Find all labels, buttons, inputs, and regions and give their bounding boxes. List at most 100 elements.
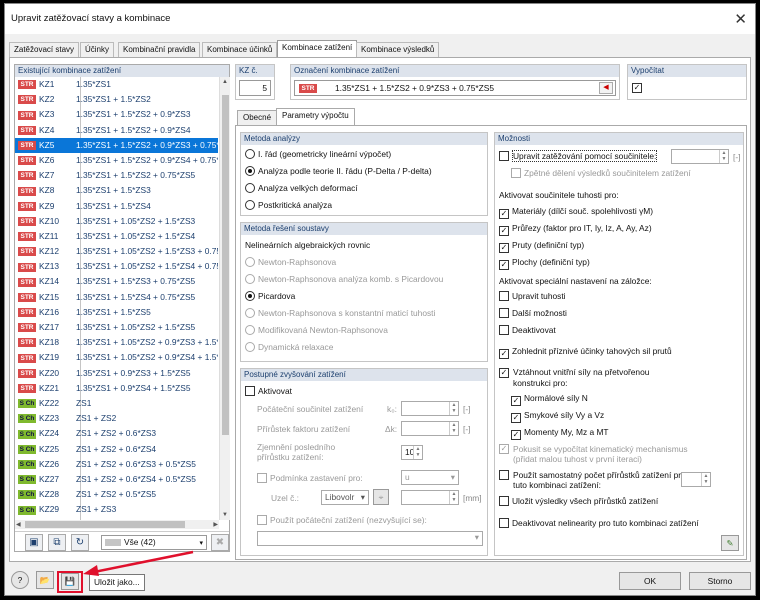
cancel-button[interactable]: Storno: [689, 572, 751, 590]
combination-row[interactable]: STR KZ16 1.35*ZS1 + 1.5*ZS5: [15, 305, 218, 320]
radio-modified-nr[interactable]: Modifikovaná Newton-Raphsonova: [245, 325, 388, 335]
shear-forces-checkbox[interactable]: ✓ Smykové síly Vy a Vz: [511, 410, 604, 423]
combination-row[interactable]: STR KZ4 1.35*ZS1 + 1.5*ZS2 + 0.9*ZS4: [15, 123, 218, 138]
materials-checkbox[interactable]: ✓ Materiály (dílčí souč. spolehlivosti γM…: [499, 206, 653, 219]
calculate-checkbox[interactable]: ✓: [632, 83, 642, 93]
divide-results-checkbox[interactable]: Zpětné dělení výsledků součinitelem zatí…: [511, 168, 691, 178]
radio-large-deformation[interactable]: Analýza velkých deformací: [245, 183, 358, 193]
list-vscrollbar[interactable]: ▲ ▼: [219, 77, 230, 520]
combination-row[interactable]: S Ch KZ29 ZS1 + ZS3: [15, 502, 218, 517]
radio-dynamic-relaxation[interactable]: Dynamická relaxace: [245, 342, 333, 352]
combination-row[interactable]: STR KZ15 1.35*ZS1 + 1.5*ZS4 + 0.75*ZS5: [15, 290, 218, 305]
increments-spinner[interactable]: ▲ ▼: [681, 472, 711, 487]
modify-stiffness-checkbox[interactable]: Upravit tuhosti: [499, 291, 566, 301]
tab-combination-rules[interactable]: Kombinační pravidla: [118, 42, 201, 57]
node-displacement-spinner[interactable]: ▲ ▼: [401, 490, 459, 505]
combination-id: KZ22: [39, 397, 60, 408]
combination-row[interactable]: S Ch KZ27 ZS1 + ZS2 + 0.6*ZS4 + 0.5*ZS5: [15, 472, 218, 487]
combination-row[interactable]: STR KZ2 1.35*ZS1 + 1.5*ZS2: [15, 92, 218, 107]
action-category-badge: S Ch: [18, 505, 36, 515]
deactivate-checkbox[interactable]: Deaktivovat: [499, 325, 556, 335]
deactivate-nonlinearity-checkbox[interactable]: Deaktivovat nelinearity pro tuto kombina…: [499, 518, 699, 528]
combination-row[interactable]: STR KZ10 1.35*ZS1 + 1.05*ZS2 + 1.5*ZS3: [15, 214, 218, 229]
tab-general[interactable]: Obecné: [237, 110, 278, 125]
tab-calculation-parameters[interactable]: Parametry výpočtu: [276, 108, 355, 125]
help-icon[interactable]: ?: [11, 571, 29, 589]
tab-actions[interactable]: Účinky: [80, 42, 115, 57]
refinement-spinner[interactable]: 10 ▲ ▼: [401, 445, 423, 460]
radio-nr-picard[interactable]: Newton-Raphsonova analýza komb. s Picard…: [245, 274, 443, 284]
combination-row[interactable]: STR KZ1 1.35*ZS1: [15, 77, 218, 92]
initial-load-checkbox[interactable]: Použít počáteční zatížení (nezvyšující s…: [257, 515, 427, 525]
tab-load-cases[interactable]: Zatěžovací stavy: [9, 42, 80, 57]
initial-load-select[interactable]: ▾: [257, 531, 483, 546]
defaults-icon[interactable]: ✎: [721, 535, 739, 551]
combination-row[interactable]: STR KZ5 1.35*ZS1 + 1.5*ZS2 + 0.9*ZS3 + 0.7…: [15, 137, 218, 153]
more-options-checkbox[interactable]: Další možnosti: [499, 308, 567, 318]
separate-increments-checkbox[interactable]: Použít samostatný počet přírůstků zatíže…: [499, 470, 689, 490]
calculate-label: Vypočítat: [628, 65, 746, 77]
radio-first-order[interactable]: I. řád (geometricky lineární výpočet): [245, 149, 391, 159]
stop-condition-select[interactable]: u ▾: [401, 470, 459, 485]
combination-row[interactable]: S Ch KZ28 ZS1 + ZS2 + 0.5*ZS5: [15, 487, 218, 502]
combination-row[interactable]: STR KZ6 1.35*ZS1 + 1.5*ZS2 + 0.9*ZS4 + 0.7…: [15, 153, 218, 168]
kz-number-field[interactable]: 5: [239, 80, 271, 96]
combination-row[interactable]: S Ch KZ26 ZS1 + ZS2 + 0.6*ZS3 + 0.5*ZS5: [15, 457, 218, 472]
combination-row[interactable]: STR KZ13 1.35*ZS1 + 1.05*ZS2 + 1.5*ZS4 + 0…: [15, 259, 218, 274]
list-hscrollbar[interactable]: ◀ ▶: [15, 520, 219, 529]
radio-nr-constant[interactable]: Newton-Raphsonova s konstantní maticí tu…: [245, 308, 435, 318]
tab-action-combinations[interactable]: Kombinace účinků: [202, 42, 278, 57]
copy-combination-icon[interactable]: ⧉: [48, 534, 66, 551]
combination-row[interactable]: S Ch KZ22 ZS1: [15, 396, 218, 411]
moments-checkbox[interactable]: ✓ Momenty My, Mz a MT: [511, 427, 609, 440]
pick-node-icon[interactable]: ⌖: [373, 489, 389, 505]
node-select[interactable]: Libovolr ▾: [321, 490, 369, 505]
tab-result-combinations[interactable]: Kombinace výsledků: [356, 42, 440, 57]
combination-row[interactable]: STR KZ18 1.35*ZS1 + 1.05*ZS2 + 0.9*ZS3 + 1…: [15, 335, 218, 350]
open-icon[interactable]: 📂: [36, 571, 54, 589]
initial-factor-spinner[interactable]: ▲ ▼: [401, 401, 459, 416]
refer-forces-checkbox[interactable]: ✓ Vztáhnout vnitřní síly na přetvořenou k…: [499, 367, 679, 389]
combination-row[interactable]: STR KZ19 1.35*ZS1 + 1.05*ZS2 + 0.9*ZS4 + 1…: [15, 350, 218, 365]
radio-picard[interactable]: Picardova: [245, 291, 295, 301]
kinematic-checkbox[interactable]: ✓ Pokusit se vypočítat kinematický mechan…: [499, 444, 699, 464]
combination-row[interactable]: STR KZ3 1.35*ZS1 + 1.5*ZS2 + 0.9*ZS3: [15, 107, 218, 122]
radio-second-order[interactable]: Analýza podle teorie II. řádu (P-Delta /…: [245, 166, 432, 176]
radio-icon: [245, 166, 255, 176]
factor-increment-spinner[interactable]: ▲ ▼: [401, 421, 459, 436]
favorable-tension-checkbox[interactable]: ✓ Zohlednit příznivé účinky tahových sil …: [499, 346, 672, 359]
combination-row[interactable]: STR KZ9 1.35*ZS1 + 1.5*ZS4: [15, 199, 218, 214]
combination-row[interactable]: STR KZ20 1.35*ZS1 + 0.9*ZS3 + 1.5*ZS5: [15, 366, 218, 381]
edit-description-icon[interactable]: ◀: [599, 82, 613, 94]
members-checkbox[interactable]: ✓ Pruty (definiční typ): [499, 240, 584, 253]
description-field[interactable]: STR 1.35*ZS1 + 1.5*ZS2 + 0.9*ZS3 + 0.75*…: [294, 80, 616, 96]
combination-formula: 1.35*ZS1 + 1.5*ZS2 + 0.9*ZS3 + 0.75*ZS5: [76, 139, 218, 150]
close-icon[interactable]: ✕: [734, 10, 747, 28]
surfaces-checkbox[interactable]: ✓ Plochy (definiční typ): [499, 257, 590, 270]
tab-load-combinations[interactable]: Kombinace zatížení: [277, 40, 358, 57]
generate-combination-icon[interactable]: ↻: [71, 534, 89, 551]
ok-button[interactable]: OK: [619, 572, 681, 590]
combination-row[interactable]: STR KZ7 1.35*ZS1 + 1.5*ZS2 + 0.75*ZS5: [15, 168, 218, 183]
combination-row[interactable]: STR KZ8 1.35*ZS1 + 1.5*ZS3: [15, 183, 218, 198]
combination-row[interactable]: STR KZ12 1.35*ZS1 + 1.05*ZS2 + 1.5*ZS3 + 0…: [15, 244, 218, 259]
combination-row[interactable]: STR KZ11 1.35*ZS1 + 1.05*ZS2 + 1.5*ZS4: [15, 229, 218, 244]
cross-sections-checkbox[interactable]: ✓ Průřezy (faktor pro IT, Iy, Iz, A, Ay, …: [499, 223, 652, 236]
save-increments-checkbox[interactable]: Uložit výsledky všech přírůstků zatížení: [499, 496, 658, 506]
combination-row[interactable]: STR KZ14 1.35*ZS1 + 1.5*ZS3 + 0.75*ZS5: [15, 274, 218, 289]
radio-postcritical[interactable]: Postkritická analýza: [245, 200, 332, 210]
filter-select[interactable]: Vše (42) ▾: [101, 535, 207, 550]
delete-combination-icon[interactable]: ✖: [211, 534, 229, 551]
radio-newton-raphson[interactable]: Newton-Raphsonova: [245, 257, 336, 267]
combination-row[interactable]: S Ch KZ25 ZS1 + ZS2 + 0.6*ZS4: [15, 442, 218, 457]
new-combination-icon[interactable]: ▣: [25, 534, 43, 551]
normal-forces-checkbox[interactable]: ✓ Normálové síly N: [511, 393, 588, 406]
combination-row[interactable]: STR KZ21 1.35*ZS1 + 0.9*ZS4 + 1.5*ZS5: [15, 381, 218, 396]
load-factor-spinner[interactable]: ▲ ▼: [671, 149, 729, 164]
combination-row[interactable]: S Ch KZ23 ZS1 + ZS2: [15, 411, 218, 426]
modify-load-factor-checkbox[interactable]: Upravit zatěžování pomocí součinitele:: [499, 150, 658, 162]
stop-condition-checkbox[interactable]: Podmínka zastavení pro:: [257, 473, 363, 483]
combination-row[interactable]: S Ch KZ24 ZS1 + ZS2 + 0.6*ZS3: [15, 426, 218, 441]
combination-row[interactable]: STR KZ17 1.35*ZS1 + 1.05*ZS2 + 1.5*ZS5: [15, 320, 218, 335]
activate-incremental-checkbox[interactable]: Aktivovat: [245, 386, 292, 396]
